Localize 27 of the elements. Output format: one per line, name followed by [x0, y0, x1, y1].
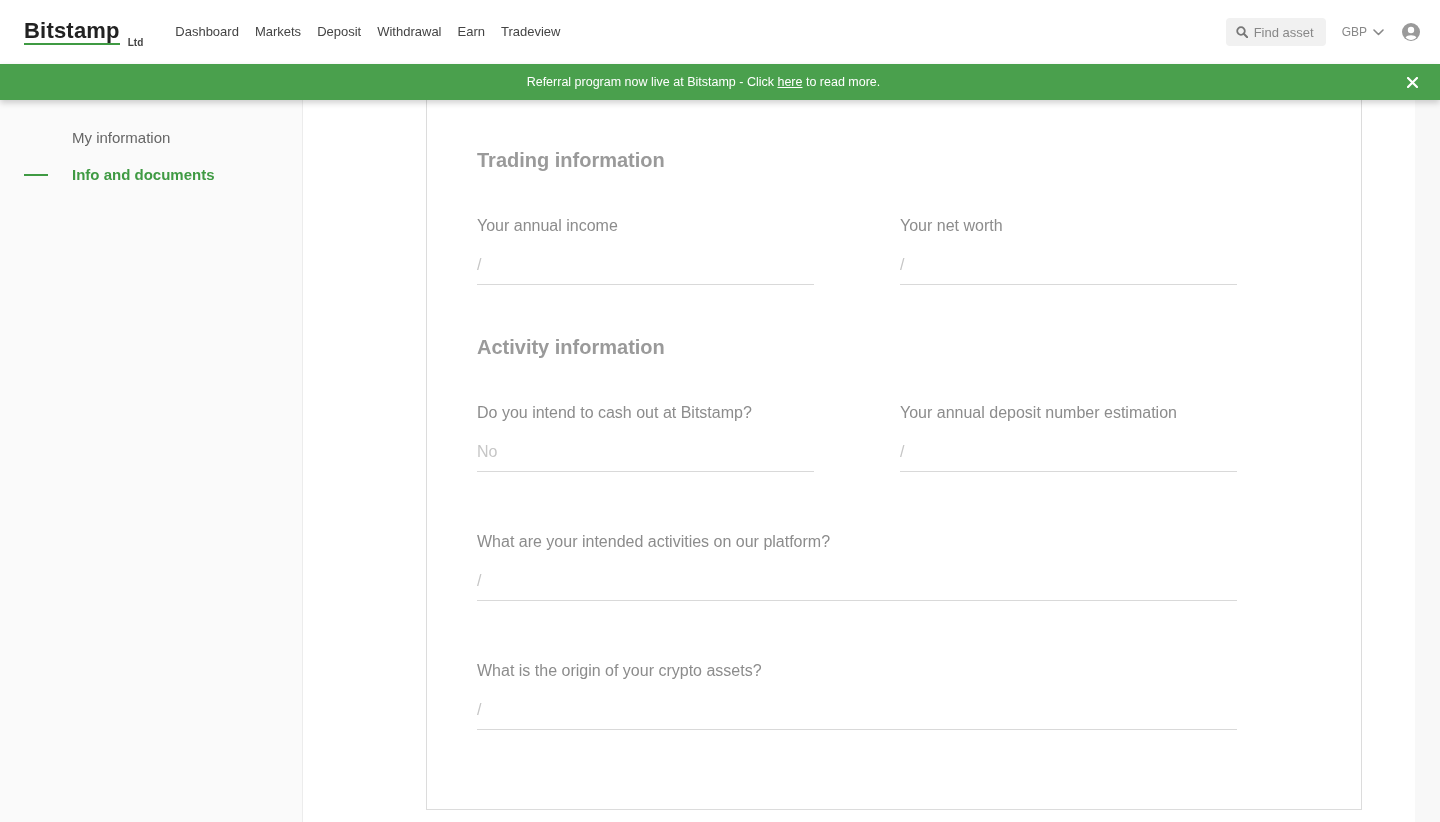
nav-link[interactable]: Markets [254, 22, 302, 42]
nav-link[interactable]: Withdrawal [377, 22, 442, 42]
logo-wordmark[interactable]: Bitstamp [24, 19, 120, 45]
field-label: Do you intend to cash out at Bitstamp? [477, 403, 752, 423]
close-icon[interactable] [1407, 76, 1418, 88]
read-more-link[interactable]: here [777, 74, 803, 89]
search-field[interactable]: Find asset [1225, 18, 1326, 46]
field-label: Your annual deposit number estimation [900, 403, 1177, 423]
section-heading: Trading information [477, 148, 665, 172]
currency-dropdown[interactable]: GBP [1341, 23, 1384, 41]
user-avatar-icon[interactable] [1402, 23, 1420, 41]
sidebar-item[interactable]: Info and documents [72, 164, 215, 186]
announcement-text: Referral program now live at Bitstamp - Click here to read more. [525, 73, 882, 91]
nav-link[interactable]: Earn [457, 22, 485, 42]
search-icon [1235, 26, 1248, 38]
chevron-down-icon [1373, 28, 1384, 36]
sidebar-item[interactable]: My information [72, 127, 171, 149]
field-label: Your annual income [477, 216, 618, 236]
field-label: Your net worth [900, 216, 1003, 236]
logo-suffix: Ltd [127, 36, 144, 49]
nav-link[interactable]: Dashboard [175, 22, 239, 42]
nav-link[interactable]: Tradeview [500, 22, 561, 42]
dash-icon [24, 174, 48, 176]
section-heading: Activity information [477, 335, 665, 359]
field-label: What are your intended activities on our platform? [477, 532, 831, 552]
nav-link[interactable]: Deposit [317, 22, 362, 42]
field-label: What is the origin of your crypto assets? [477, 661, 762, 681]
